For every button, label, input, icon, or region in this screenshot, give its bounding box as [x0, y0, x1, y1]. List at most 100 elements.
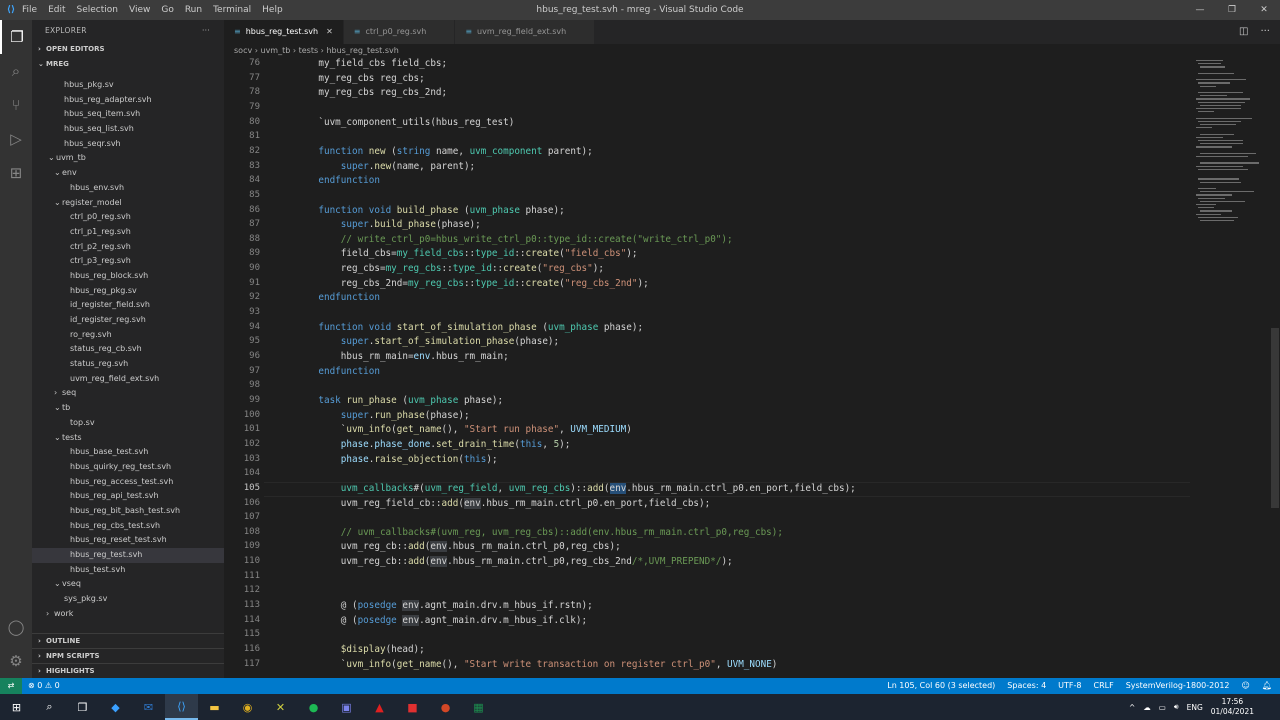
- outlook-icon[interactable]: ✉: [132, 694, 165, 720]
- indentation[interactable]: Spaces: 4: [1007, 678, 1046, 694]
- file-item[interactable]: sys_pkg.sv: [32, 592, 224, 607]
- file-item[interactable]: status_reg.svh: [32, 357, 224, 372]
- extensions-icon[interactable]: ⊞: [0, 156, 32, 190]
- code-line[interactable]: uvm_reg_field_cb::add(env.hbus_rm_main.c…: [296, 497, 710, 509]
- file-item[interactable]: hbus_reg_pkg.sv: [32, 284, 224, 299]
- minimize-icon[interactable]: —: [1184, 0, 1216, 20]
- code-line[interactable]: `uvm_info(get_name(), "Start run phase",…: [296, 424, 632, 435]
- folder-item[interactable]: › work: [32, 607, 224, 622]
- minimap[interactable]: [1190, 58, 1270, 678]
- menu-item-help[interactable]: Help: [262, 5, 283, 15]
- tab-ctrl-p0-reg-svh[interactable]: ≡ ctrl_p0_reg.svh: [343, 20, 456, 44]
- input-language[interactable]: ENG: [1187, 703, 1203, 712]
- folder-item[interactable]: ⌄env: [32, 166, 224, 181]
- file-item[interactable]: hbus_reg_bit_bash_test.svh: [32, 504, 224, 519]
- code-line[interactable]: my_field_cbs field_cbs;: [296, 58, 447, 69]
- search-taskbar-icon[interactable]: ⌕: [33, 694, 66, 720]
- teams-icon[interactable]: ▣: [330, 694, 363, 720]
- app-x-icon[interactable]: ✕: [264, 694, 297, 720]
- workspace-section[interactable]: ⌄ MREG: [32, 57, 224, 72]
- code-line[interactable]: field_cbs=my_field_cbs::type_id::create(…: [296, 248, 638, 259]
- vscode-taskbar-icon[interactable]: ⟨⟩: [165, 694, 198, 720]
- code-line[interactable]: @ (posedge env.agnt_main.drv.m_hbus_if.r…: [296, 600, 593, 612]
- code-line[interactable]: hbus_rm_main=env.hbus_rm_main;: [296, 351, 509, 362]
- code-line[interactable]: reg_cbs=my_reg_cbs::type_id::create("reg…: [296, 263, 604, 274]
- code-line[interactable]: function new (string name, uvm_component…: [296, 146, 592, 157]
- breadcrumb-item[interactable]: tests: [299, 46, 319, 55]
- file-item[interactable]: hbus_reg_block.svh: [32, 269, 224, 284]
- section-outline[interactable]: › OUTLINE: [32, 633, 224, 648]
- file-item[interactable]: hbus_pkg.sv: [32, 78, 224, 93]
- task-view-icon[interactable]: ❐: [66, 694, 99, 720]
- folder-item[interactable]: ⌄register_model: [32, 196, 224, 211]
- open-editors-section[interactable]: › OPEN EDITORS: [32, 42, 224, 57]
- code-line[interactable]: phase.phase_done.set_drain_time(this, 5)…: [296, 439, 571, 450]
- network-icon[interactable]: ▭: [1159, 703, 1166, 712]
- file-item[interactable]: id_register_field.svh: [32, 298, 224, 313]
- file-item[interactable]: id_register_reg.svh: [32, 313, 224, 328]
- code-line[interactable]: super.start_of_simulation_phase(phase);: [296, 336, 559, 347]
- notifications-icon[interactable]: 🔔︎: [1262, 678, 1272, 694]
- tab-hbus-reg-test-svh[interactable]: ≡ hbus_reg_test.svh ✕: [224, 20, 344, 44]
- code-line[interactable]: endfunction: [296, 292, 380, 303]
- code-line[interactable]: uvm_callbacks#(uvm_reg_field, uvm_reg_cb…: [296, 482, 856, 494]
- code-line[interactable]: task run_phase (uvm_phase phase);: [296, 395, 503, 406]
- file-item[interactable]: uvm_reg_field_ext.svh: [32, 372, 224, 387]
- run-debug-icon[interactable]: ▷: [0, 122, 32, 156]
- search-icon[interactable]: ⌕: [0, 54, 32, 88]
- code-line[interactable]: function void build_phase (uvm_phase pha…: [296, 205, 564, 216]
- code-line[interactable]: `uvm_component_utils(hbus_reg_test): [296, 117, 514, 128]
- section-npm-scripts[interactable]: › NPM SCRIPTS: [32, 648, 224, 663]
- menu-item-file[interactable]: File: [22, 5, 37, 15]
- clock[interactable]: 17:56 01/04/2021: [1211, 697, 1254, 717]
- settings-gear-icon[interactable]: ⚙: [0, 644, 32, 678]
- windows-start-icon[interactable]: ⊞: [0, 694, 33, 720]
- menu-item-run[interactable]: Run: [185, 5, 202, 15]
- explorer-icon[interactable]: ❐: [0, 20, 32, 54]
- file-item[interactable]: ctrl_p3_reg.svh: [32, 254, 224, 269]
- cursor-position[interactable]: Ln 105, Col 60 (3 selected): [887, 678, 995, 694]
- feedback-icon[interactable]: ☺: [1242, 678, 1250, 694]
- close-tab-icon[interactable]: ✕: [326, 20, 333, 44]
- file-item[interactable]: hbus_seq_item.svh: [32, 107, 224, 122]
- section-highlights[interactable]: › HIGHLIGHTS: [32, 663, 224, 678]
- menu-item-terminal[interactable]: Terminal: [213, 5, 251, 15]
- cloud-icon[interactable]: ☁: [1143, 703, 1151, 712]
- close-window-icon[interactable]: ✕: [1248, 0, 1280, 20]
- powerpoint-icon[interactable]: ●: [429, 694, 462, 720]
- more-tab-actions-icon[interactable]: ···: [1260, 26, 1270, 37]
- code-line[interactable]: my_reg_cbs reg_cbs_2nd;: [296, 87, 447, 98]
- code-line[interactable]: endfunction: [296, 366, 380, 377]
- file-item[interactable]: status_reg_cb.svh: [32, 342, 224, 357]
- file-item[interactable]: hbus_reg_access_test.svh: [32, 475, 224, 490]
- code-line[interactable]: phase.raise_objection(this);: [296, 454, 498, 465]
- code-line[interactable]: $display(head);: [296, 644, 425, 655]
- problems-indicator[interactable]: ⊗ 0 ⚠ 0: [28, 678, 60, 694]
- folder-item[interactable]: › seq: [32, 386, 224, 401]
- source-control-icon[interactable]: ⑂: [0, 88, 32, 122]
- file-item[interactable]: hbus_reg_test.svh: [32, 548, 224, 563]
- code-line[interactable]: `uvm_info(get_name(), "Start write trans…: [296, 659, 778, 670]
- breadcrumb-item[interactable]: socv: [234, 46, 252, 55]
- tab-uvm-reg-field-ext-svh[interactable]: ≡ uvm_reg_field_ext.svh: [455, 20, 596, 44]
- vertical-scrollbar[interactable]: [1270, 58, 1280, 678]
- code-line[interactable]: // write_ctrl_p0=hbus_write_ctrl_p0::typ…: [296, 234, 733, 245]
- acrobat-icon[interactable]: ▲: [363, 694, 396, 720]
- file-item[interactable]: hbus_quirky_reg_test.svh: [32, 460, 224, 475]
- excel-icon[interactable]: ▦: [462, 694, 495, 720]
- account-icon[interactable]: ◯: [0, 610, 32, 644]
- code-line[interactable]: uvm_reg_cb::add(env.hbus_rm_main.ctrl_p0…: [296, 556, 733, 568]
- spotify-icon[interactable]: ●: [297, 694, 330, 720]
- breadcrumb-item[interactable]: hbus_reg_test.svh: [326, 46, 398, 55]
- file-item[interactable]: hbus_seqr.svh: [32, 137, 224, 152]
- file-item[interactable]: hbus_seq_list.svh: [32, 122, 224, 137]
- menu-item-go[interactable]: Go: [161, 5, 173, 15]
- folder-item[interactable]: ⌄vseq: [32, 577, 224, 592]
- recorder-icon[interactable]: ■: [396, 694, 429, 720]
- file-item[interactable]: ctrl_p1_reg.svh: [32, 225, 224, 240]
- file-item[interactable]: hbus_reg_adapter.svh: [32, 93, 224, 108]
- code-line[interactable]: function void start_of_simulation_phase …: [296, 322, 643, 333]
- code-line[interactable]: super.new(name, parent);: [296, 161, 475, 172]
- file-explorer-icon[interactable]: ▬: [198, 694, 231, 720]
- menu-item-edit[interactable]: Edit: [48, 5, 65, 15]
